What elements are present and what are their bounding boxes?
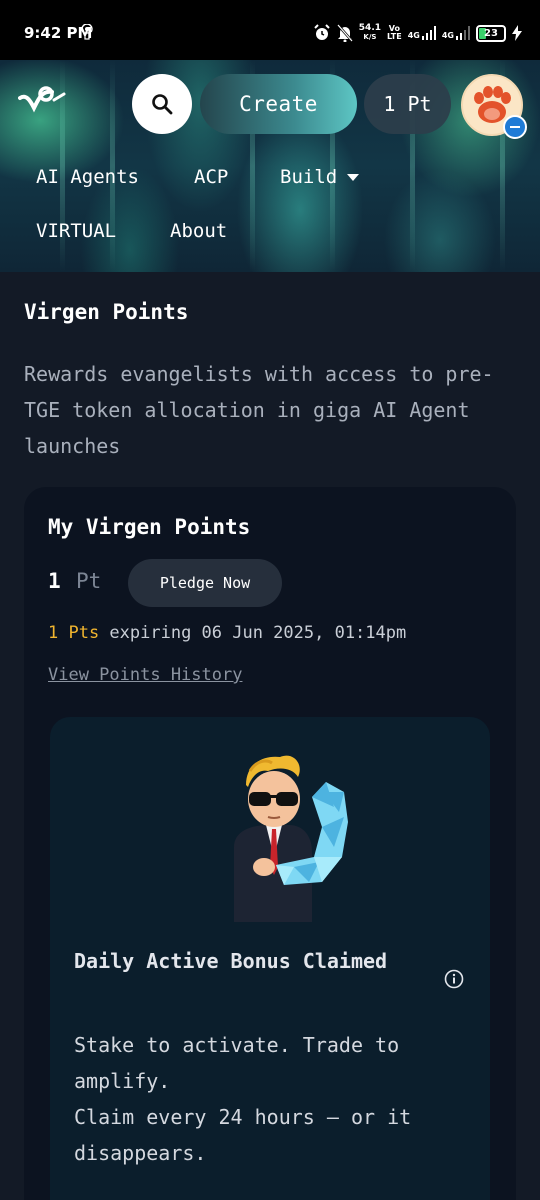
expiry-amount: 1 Pts [48,623,100,643]
app-header: Create 1 Pt AI Agents ACP Build VIRTUAL … [0,60,540,272]
info-icon[interactable] [444,969,464,989]
speed-value: 54.1 [358,23,382,33]
speed-unit: K/S [363,33,377,41]
points-value: 1 [48,569,61,593]
points-expiry: 1 Pts expiring 06 Jun 2025, 01:14pm [48,623,406,643]
daily-bonus-description: Stake to activate. Trade to amplify. Cla… [74,1033,412,1165]
alarm-icon [314,24,330,40]
nav-build-label: Build [280,166,338,188]
view-points-history-link[interactable]: View Points History [48,665,242,685]
mute-icon [336,24,353,42]
signal-icon [456,26,470,40]
mascot-illustration [234,755,348,922]
status-icons: 54.1 K/S Vo LTE 4G 4G 23 [313,20,522,46]
page-description: Rewards evangelists with access to pre-T… [24,362,494,458]
points-card-title: My Virgen Points [48,515,251,539]
nav-ai-agents[interactable]: AI Agents [36,166,139,188]
network-speed: 54.1 K/S [359,24,381,42]
virtuals-logo-icon[interactable] [18,82,68,118]
hotspot-icon [81,24,93,40]
network-type-label: 4G [407,31,420,40]
charging-icon [512,25,522,41]
signal-2: 4G [442,26,470,40]
network-type-label: 4G [441,31,454,40]
nav-acp[interactable]: ACP [194,166,228,188]
daily-bonus-title: Daily Active Bonus Claimed [74,949,388,973]
status-bar: 9:42 PM 54.1 K/S Vo LTE 4G 4G 23 [0,0,540,60]
page-title: Virgen Points [24,300,189,324]
points-unit: Pt [76,569,102,593]
chevron-down-icon [347,173,360,181]
signal-icon [421,26,436,40]
volte-label: Vo LTE [387,24,402,41]
points-button[interactable]: 1 Pt [364,74,451,134]
create-button[interactable]: Create [200,74,357,134]
search-button[interactable] [132,74,192,134]
pledge-now-button[interactable]: Pledge Now [128,559,282,607]
daily-bonus-card: Daily Active Bonus Claimed Stake to acti… [50,717,490,1200]
avatar-status-badge [503,115,527,139]
points-card: My Virgen Points 1 Pt Pledge Now 1 Pts e… [24,487,516,1200]
nav-virtual[interactable]: VIRTUAL [36,220,116,242]
nav-about[interactable]: About [170,220,227,242]
signal-1: 4G [408,26,436,40]
nav-build[interactable]: Build [280,166,360,188]
expiry-text: expiring 06 Jun 2025, 01:14pm [99,623,407,643]
battery-icon: 23 [476,24,506,42]
search-icon [152,94,173,115]
battery-level: 23 [484,27,498,39]
